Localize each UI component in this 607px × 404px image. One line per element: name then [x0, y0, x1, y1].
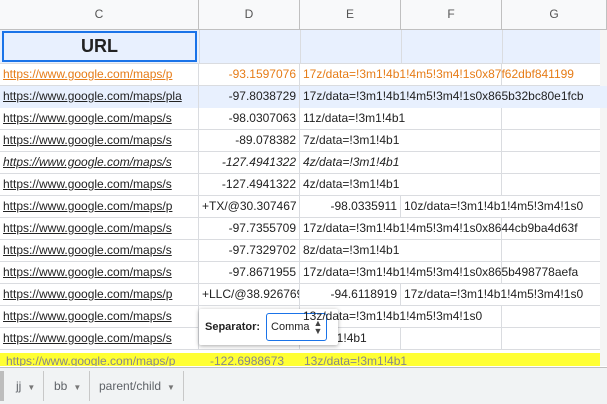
- cell-e[interactable]: 13z/data=!3m1!4b1!4m5!3m4!1s0: [300, 306, 607, 328]
- grid-line: [401, 30, 402, 64]
- url-header-cell[interactable]: URL: [2, 31, 197, 62]
- grid-line: [502, 30, 503, 64]
- cell-d[interactable]: -97.7329702: [199, 240, 300, 262]
- cell-d[interactable]: -98.0307063: [199, 108, 300, 130]
- cell-d[interactable]: -89.078382: [199, 130, 300, 152]
- cell-c[interactable]: https://www.google.com/maps/pla: [0, 86, 199, 108]
- column-header-d[interactable]: D: [199, 0, 300, 29]
- table-row: https://www.google.com/maps/s-97.6882654…: [0, 306, 607, 328]
- table-row: https://www.google.com/maps/s -89.078382 7…: [0, 130, 607, 152]
- yellow-row-url[interactable]: https://www.google.com/maps/p: [6, 354, 175, 366]
- tab-edge: [0, 371, 4, 401]
- spreadsheet-grid: C D E F G URL https://www.google.com/map…: [0, 0, 607, 366]
- cell-c[interactable]: https://www.google.com/maps/p: [0, 196, 199, 218]
- cell-e[interactable]: 4z/data=!3m1!4b1: [300, 152, 607, 174]
- cell-c[interactable]: https://www.google.com/maps/s: [0, 262, 199, 284]
- yellow-row-value[interactable]: -122.6988673: [210, 354, 284, 366]
- tab-label: parent/child: [99, 379, 162, 393]
- chevron-down-icon[interactable]: ▼: [27, 383, 35, 392]
- tab-label: jj: [16, 379, 22, 393]
- grid-line: [300, 30, 301, 64]
- table-row: https://www.google.com/maps/s -98.0307063…: [0, 108, 607, 130]
- cell-e[interactable]: 17z/data=!3m1!4b1!4m5!3m4!1s0x87f62dbf84…: [300, 64, 607, 86]
- highlighted-row[interactable]: https://www.google.com/maps/p -122.69886…: [0, 353, 607, 366]
- cell-c[interactable]: https://www.google.com/maps/s: [0, 240, 199, 262]
- table-row: https://www.google.com/maps/s -127.494132…: [0, 174, 607, 196]
- cell-g[interactable]: [502, 196, 607, 218]
- cell-e[interactable]: 8z/data=!3m1!4b1: [300, 240, 607, 262]
- tab-jj[interactable]: jj ▼: [8, 371, 45, 401]
- cell-c[interactable]: https://www.google.com/maps/s: [0, 218, 199, 240]
- grid-line: [199, 30, 200, 64]
- cell-d[interactable]: -127.4941322: [199, 174, 300, 196]
- cell-e[interactable]: 17z/data=!3m1!4b1!4m5!3m4!1s0x865b32bc80…: [300, 86, 607, 108]
- cell-e[interactable]: 17z/data=!3m1!4b1!4m5!3m4!1s0x865b498778…: [300, 262, 607, 284]
- yellow-row-data[interactable]: 13z/data=!3m1!4b1: [304, 354, 407, 366]
- cell-d[interactable]: +LLC/@38.926769: [199, 284, 300, 306]
- cell-c[interactable]: https://www.google.com/maps/s: [0, 130, 199, 152]
- column-header-c[interactable]: C: [0, 0, 199, 29]
- cell-e[interactable]: 7z/data=!3m1!4b1: [300, 130, 607, 152]
- cell-c[interactable]: https://www.google.com/maps/s: [0, 152, 199, 174]
- tab-label: bb: [54, 379, 68, 393]
- cell-d[interactable]: -97.7355709: [199, 218, 300, 240]
- cell-c[interactable]: https://www.google.com/maps/p: [0, 64, 199, 86]
- table-row: https://www.google.com/maps/p +TX/@30.307…: [0, 196, 607, 218]
- tab-parent-child[interactable]: parent/child ▼: [91, 371, 184, 401]
- sheet-tab-bar: jj ▼ bb ▼ parent/child ▼: [0, 367, 607, 404]
- cell-g[interactable]: [502, 328, 607, 350]
- cell-d[interactable]: -97.8038729: [199, 86, 300, 108]
- cell-d[interactable]: -97.8671955: [199, 262, 300, 284]
- cell-d[interactable]: -93.1597076: [199, 64, 300, 86]
- table-row: https://www.google.com/maps/s -97.7329702…: [0, 240, 607, 262]
- cell-e[interactable]: 11z/data=!3m1!4b1: [300, 108, 607, 130]
- table-row: https://www.google.com/maps/pla -97.80387…: [0, 86, 607, 108]
- table-row: https://www.google.com/maps/s -97.7355709…: [0, 218, 607, 240]
- column-header-g[interactable]: G: [502, 0, 607, 29]
- cell-e[interactable]: -94.6118919: [300, 284, 401, 306]
- column-header-e[interactable]: E: [300, 0, 401, 29]
- cell-e[interactable]: 17z/data=!3m1!4b1!4m5!3m4!1s0x8644cb9ba4…: [300, 218, 607, 240]
- cell-c[interactable]: https://www.google.com/maps/s: [0, 328, 199, 350]
- table-row: https://www.google.com/maps/p +LLC/@38.92…: [0, 284, 607, 306]
- column-header-f[interactable]: F: [401, 0, 502, 29]
- header-row: URL: [0, 30, 607, 64]
- cell-d[interactable]: +TX/@30.307467: [199, 196, 300, 218]
- cell-c[interactable]: https://www.google.com/maps/s: [0, 306, 199, 328]
- cell-e[interactable]: -98.0335911: [300, 196, 401, 218]
- cell-f[interactable]: [401, 328, 502, 350]
- cell-c[interactable]: https://www.google.com/maps/s: [0, 108, 199, 130]
- cell-c[interactable]: https://www.google.com/maps/p: [0, 284, 199, 306]
- cell-e[interactable]: 4z/data=!3m1!4b1: [300, 174, 607, 196]
- tab-bb[interactable]: bb ▼: [46, 371, 91, 401]
- chevron-down-icon[interactable]: ▼: [73, 383, 81, 392]
- table-row: https://www.google.com/maps/p -93.1597076…: [0, 64, 607, 86]
- cell-g[interactable]: [502, 284, 607, 306]
- table-row: https://www.google.com/maps/s -97.8671955…: [0, 262, 607, 284]
- separator-label: Separator:: [205, 321, 261, 333]
- table-row: https://www.google.com/maps/s -127.494132…: [0, 152, 607, 174]
- cell-d[interactable]: -127.4941322: [199, 152, 300, 174]
- column-header-bar: C D E F G: [0, 0, 607, 30]
- cell-c[interactable]: https://www.google.com/maps/s: [0, 174, 199, 196]
- chevron-down-icon[interactable]: ▼: [167, 383, 175, 392]
